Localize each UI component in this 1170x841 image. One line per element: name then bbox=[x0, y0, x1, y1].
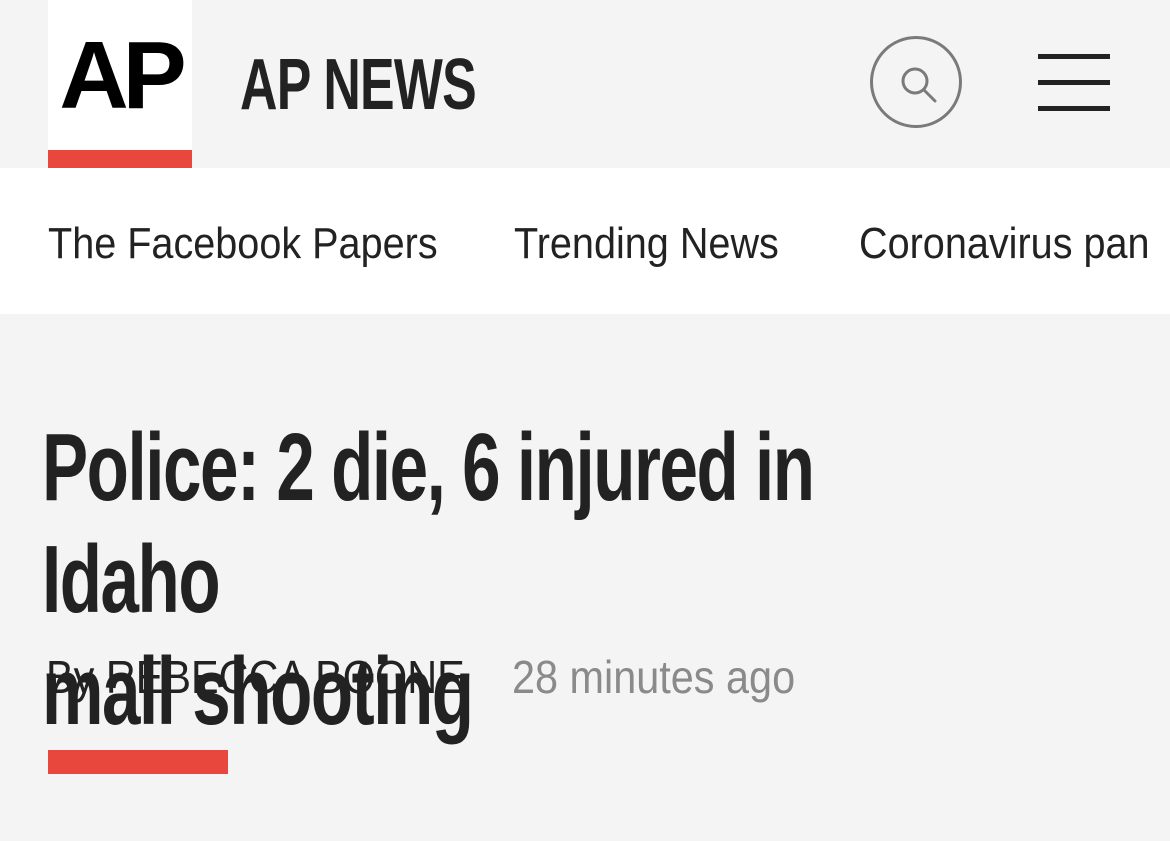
article-timestamp: 28 minutes ago bbox=[512, 651, 796, 703]
hamburger-menu-icon bbox=[1038, 106, 1110, 111]
logo-text: AP bbox=[59, 22, 186, 129]
search-button[interactable] bbox=[870, 36, 962, 128]
article-byline[interactable]: By REBECCA BOONE bbox=[46, 648, 465, 706]
nav-item-coronavirus[interactable]: Coronavirus pan bbox=[859, 216, 1150, 272]
nav-item-trending-news[interactable]: Trending News bbox=[514, 216, 779, 272]
site-name[interactable]: AP NEWS bbox=[240, 40, 477, 130]
nav-item-facebook-papers[interactable]: The Facebook Papers bbox=[48, 216, 438, 272]
site-header: AP AP NEWS bbox=[0, 0, 1170, 168]
menu-button[interactable] bbox=[1038, 54, 1110, 112]
ap-logo[interactable]: AP bbox=[48, 0, 192, 150]
logo-accent-bar bbox=[48, 150, 192, 168]
trending-nav: The Facebook Papers Trending News Corona… bbox=[0, 168, 1170, 314]
search-icon bbox=[901, 67, 937, 103]
article-accent-bar bbox=[48, 750, 228, 774]
headline-line-1: Police: 2 die, 6 injured in Idaho bbox=[42, 414, 815, 633]
hamburger-menu-icon bbox=[1038, 54, 1110, 59]
hamburger-menu-icon bbox=[1038, 80, 1110, 85]
